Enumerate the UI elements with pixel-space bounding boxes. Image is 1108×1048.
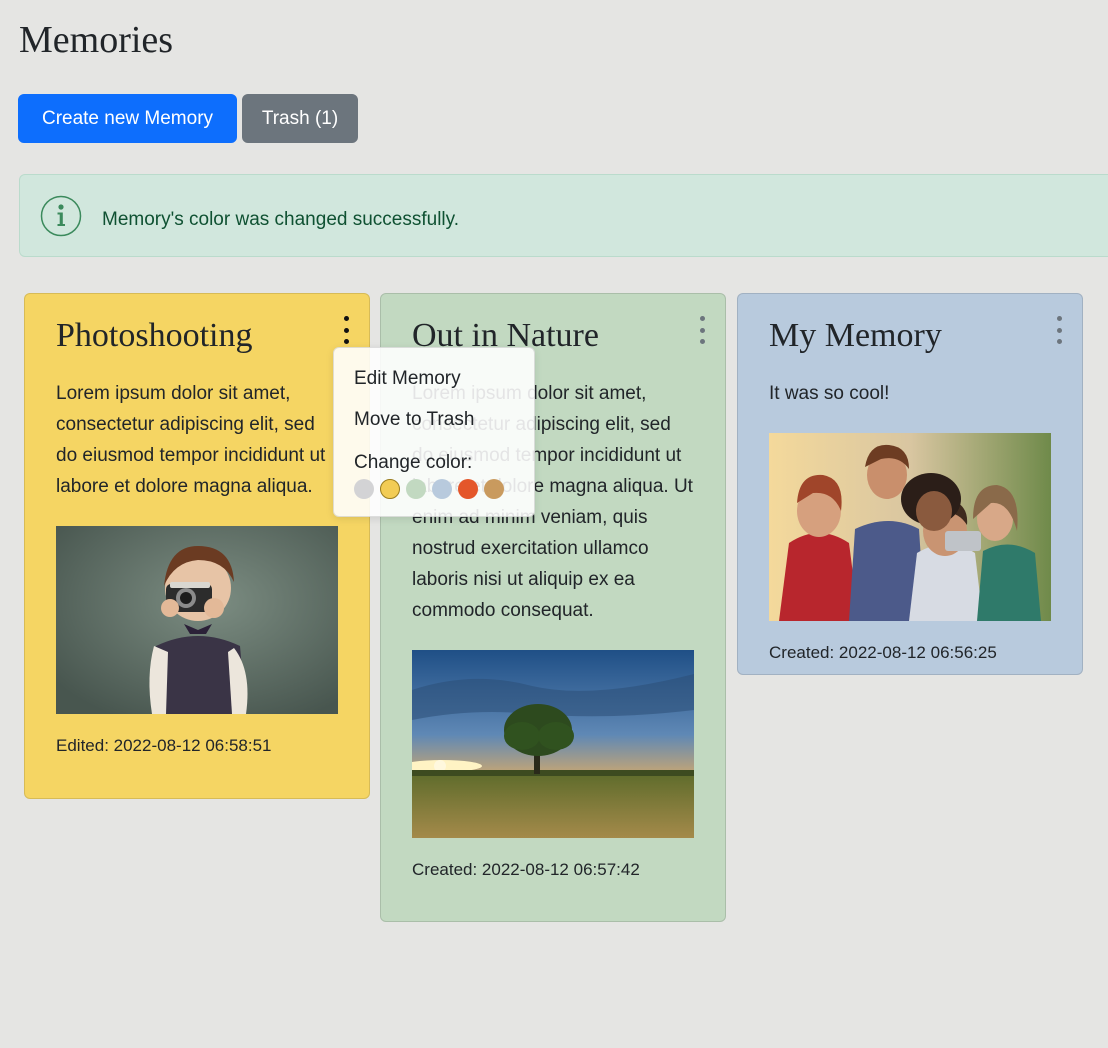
success-alert: Memory's color was changed successfully. — [19, 174, 1108, 257]
memory-image — [412, 650, 694, 838]
memory-options-icon[interactable] — [339, 316, 353, 344]
color-swatch[interactable] — [406, 479, 426, 499]
memory-title: My Memory — [769, 317, 942, 354]
memory-options-menu: Edit Memory Move to Trash Change color: — [333, 347, 535, 517]
memory-text: It was so cool! — [769, 383, 890, 404]
memory-text: Lorem ipsum dolor sit amet, consectetur … — [56, 383, 326, 497]
memory-options-icon[interactable] — [1052, 316, 1066, 344]
color-swatch[interactable] — [354, 479, 374, 499]
memory-image — [56, 526, 338, 714]
create-memory-button[interactable]: Create new Memory — [18, 94, 237, 143]
color-swatch-group — [354, 479, 504, 499]
trash-button[interactable]: Trash (1) — [242, 94, 358, 143]
memory-timestamp: Edited: 2022-08-12 06:58:51 — [56, 736, 272, 755]
memory-timestamp: Created: 2022-08-12 06:56:25 — [769, 643, 997, 662]
color-swatch[interactable] — [484, 479, 504, 499]
color-swatch[interactable] — [458, 479, 478, 499]
move-to-trash-menu-item[interactable]: Move to Trash — [354, 409, 474, 431]
memory-options-icon[interactable] — [695, 316, 709, 344]
color-swatch[interactable] — [380, 479, 400, 499]
info-circle-icon — [40, 195, 82, 237]
alert-message: Memory's color was changed successfully. — [102, 209, 460, 230]
change-color-label: Change color: — [354, 452, 473, 473]
memory-title: Photoshooting — [56, 317, 253, 354]
edit-memory-menu-item[interactable]: Edit Memory — [354, 368, 461, 390]
memory-image — [769, 433, 1051, 621]
memory-card: My Memory It was so cool! Created: 2022-… — [737, 293, 1083, 675]
page-title: Memories — [19, 19, 174, 61]
color-swatch[interactable] — [432, 479, 452, 499]
memory-card: Photoshooting Lorem ipsum dolor sit amet… — [24, 293, 370, 799]
memory-timestamp: Created: 2022-08-12 06:57:42 — [412, 860, 640, 879]
